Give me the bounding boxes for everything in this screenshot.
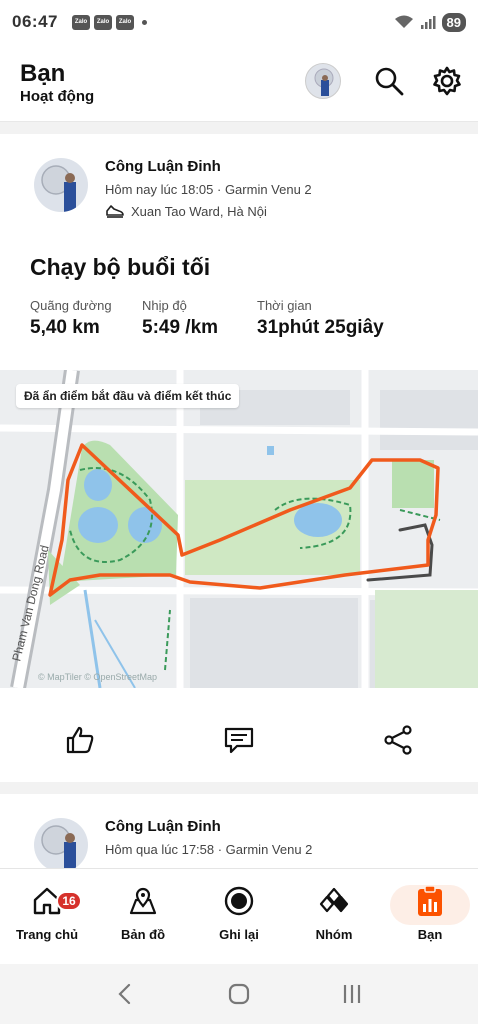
share-button[interactable]: [378, 720, 418, 760]
zalo-notification-icon: Zalo: [93, 14, 112, 30]
comment-icon: [224, 727, 254, 754]
nav-groups[interactable]: Nhóm: [289, 881, 379, 942]
search-icon: [375, 67, 404, 96]
zalo-notification-icon: Zalo: [71, 14, 90, 30]
home-button-icon[interactable]: [227, 982, 251, 1006]
more-notifications-dot: [141, 19, 147, 25]
app-header: Bạn Hoạt động: [0, 44, 478, 122]
status-bar: 06:47 Zalo Zalo Zalo 89: [0, 0, 478, 44]
clipboard-chart-icon: [418, 885, 442, 916]
nav-home[interactable]: Trang chủ 16: [2, 881, 92, 942]
stat-value: 31phút 25giây: [257, 317, 384, 338]
map-background: Pham Van Dong Road: [0, 370, 478, 688]
nav-label: Ghi lại: [219, 927, 259, 942]
avatar-photo-icon: [41, 825, 76, 872]
signal-icon: [420, 16, 436, 29]
thumbs-up-icon: [66, 726, 94, 754]
profile-avatar[interactable]: [305, 63, 341, 99]
nav-record[interactable]: Ghi lại: [194, 881, 284, 942]
avatar-photo-icon: [41, 165, 76, 212]
comment-button[interactable]: [219, 720, 259, 760]
map-pin-icon: [129, 887, 157, 915]
wifi-icon: [394, 15, 413, 28]
gear-icon: [433, 66, 461, 96]
running-shoe-icon: [106, 205, 124, 218]
stat-value: 5,40 km: [30, 317, 100, 338]
bottom-navigation: Trang chủ 16 Bản đồ Ghi lại Nhóm Bạn: [0, 868, 478, 964]
activity-meta: Hôm qua lúc 17:58 · Garmin Venu 2: [105, 842, 313, 857]
stat-label: Quãng đường: [30, 298, 112, 313]
route-map[interactable]: Pham Van Dong Road Đã ẩn điểm bắt đầu và…: [0, 370, 478, 688]
back-icon[interactable]: [114, 982, 138, 1006]
hidden-endpoints-notice: Đã ẩn điểm bắt đầu và điểm kết thúc: [16, 384, 240, 408]
nav-label: Bạn: [417, 927, 443, 942]
activity-title[interactable]: Chạy bộ buổi tối: [30, 254, 210, 281]
athlete-avatar[interactable]: [34, 158, 88, 212]
stat-label: Nhịp độ: [142, 298, 187, 313]
share-icon: [384, 725, 412, 755]
activity-meta: Hôm nay lúc 18:05 · Garmin Venu 2: [105, 182, 312, 197]
stat-label: Thời gian: [257, 298, 312, 313]
stat-distance: Quãng đường 5,40 km: [30, 298, 112, 339]
activity-actions: [0, 710, 478, 770]
stat-pace: Nhịp độ 5:49 /km: [142, 298, 218, 339]
nav-label: Bản đồ: [120, 927, 166, 942]
section-divider: [0, 782, 478, 794]
notification-badge: 16: [56, 891, 82, 911]
athlete-name[interactable]: Công Luận Đinh: [105, 158, 221, 175]
stat-value: 5:49 /km: [142, 317, 219, 338]
kudos-button[interactable]: [60, 720, 100, 760]
record-icon: [224, 886, 254, 916]
battery-indicator: 89: [441, 12, 466, 32]
recent-apps-icon[interactable]: [340, 982, 364, 1006]
athlete-name[interactable]: Công Luận Đinh: [105, 818, 221, 835]
zalo-notification-icon: Zalo: [115, 14, 134, 30]
section-divider: [0, 122, 478, 134]
map-attribution: © MapTiler © OpenStreetMap: [38, 672, 157, 682]
nav-you[interactable]: Bạn: [385, 881, 475, 942]
status-time: 06:47: [12, 12, 58, 31]
location-text: Xuan Tao Ward, Hà Nội: [131, 203, 267, 219]
settings-button[interactable]: [430, 64, 464, 98]
search-button[interactable]: [372, 64, 406, 98]
system-navigation-bar: [0, 964, 478, 1024]
nav-label: Nhóm: [315, 927, 353, 942]
nav-maps[interactable]: Bản đồ: [98, 881, 188, 942]
stat-time: Thời gian 31phút 25giây: [257, 298, 384, 339]
nav-label: Trang chủ: [15, 927, 79, 942]
activity-location: Xuan Tao Ward, Hà Nội: [105, 203, 267, 219]
groups-icon: [319, 887, 349, 913]
athlete-avatar[interactable]: [34, 818, 88, 872]
